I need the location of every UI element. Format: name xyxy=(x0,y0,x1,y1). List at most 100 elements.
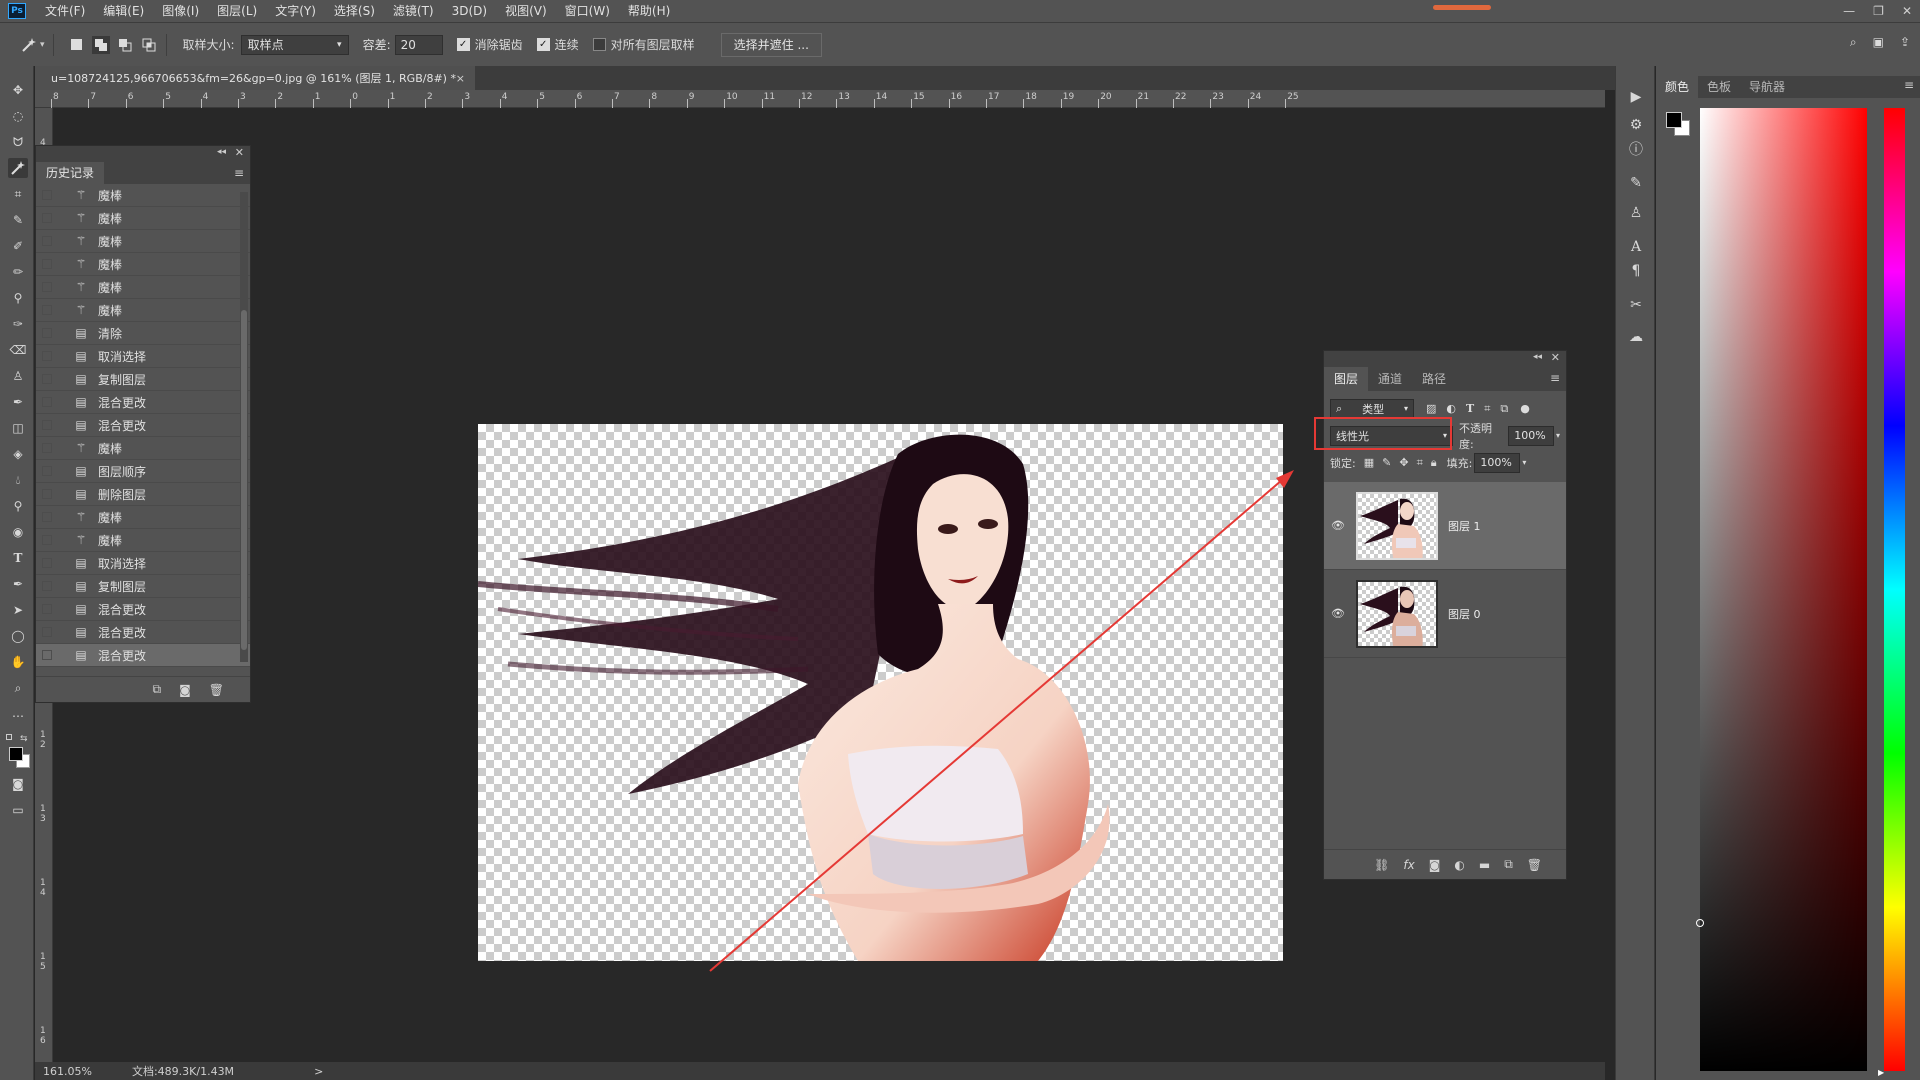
sponge-tool-icon[interactable]: ◉ xyxy=(8,522,28,542)
chevron-down-icon[interactable]: ▾ xyxy=(1522,458,1526,467)
lasso-tool-icon[interactable]: ᗢ xyxy=(8,132,28,152)
history-brush-source-toggle[interactable] xyxy=(42,282,52,292)
move-tool-icon[interactable]: ✥ xyxy=(8,80,28,100)
trash-icon[interactable]: 🗑︎ xyxy=(209,683,224,697)
fx-icon[interactable]: fx xyxy=(1403,858,1414,872)
lock-all-icon[interactable]: 🔒︎ xyxy=(1431,456,1437,470)
swap-colors-icon[interactable]: ⇆ xyxy=(20,734,28,744)
history-brush-source-toggle[interactable] xyxy=(42,374,52,384)
history-brush-source-toggle[interactable] xyxy=(42,397,52,407)
minimize-button[interactable]: — xyxy=(1843,4,1855,18)
play-icon[interactable]: ▶ xyxy=(1627,88,1645,106)
history-brush-source-toggle[interactable] xyxy=(42,420,52,430)
character-icon[interactable]: A xyxy=(1627,238,1645,256)
adjustment-icon[interactable]: ◐ xyxy=(1454,858,1464,872)
menu-file[interactable]: 文件(F) xyxy=(36,0,94,22)
share-icon[interactable]: ⇪ xyxy=(1900,35,1910,50)
eraser-alt-tool-icon[interactable]: ◫ xyxy=(8,418,28,438)
fill-input[interactable]: 100% xyxy=(1474,452,1521,473)
link-icon[interactable]: ⛓︎ xyxy=(1374,858,1389,872)
menu-select[interactable]: 选择(S) xyxy=(325,0,384,22)
smudge-tool-icon[interactable]: ✒ xyxy=(8,392,28,412)
subtract-selection-icon[interactable] xyxy=(116,36,134,54)
menu-help[interactable]: 帮助(H) xyxy=(619,0,679,22)
history-brush-source-toggle[interactable] xyxy=(42,558,52,568)
tab-navigator[interactable]: 导航器 xyxy=(1740,76,1794,98)
blur-tool-icon[interactable]: 💧︎ xyxy=(8,470,28,490)
eye-icon[interactable]: 👁︎ xyxy=(1324,519,1352,532)
history-item[interactable]: ▤ 取消选择 xyxy=(36,552,250,575)
menu-image[interactable]: 图像(I) xyxy=(153,0,208,22)
tab-history[interactable]: 历史记录 xyxy=(36,162,105,184)
history-brush-source-toggle[interactable] xyxy=(42,190,52,200)
default-colors-icon[interactable] xyxy=(6,734,12,740)
clone-source-icon[interactable]: ♙ xyxy=(1627,204,1645,222)
tab-color[interactable]: 颜色 xyxy=(1656,76,1699,98)
marquee-tool-icon[interactable]: ◌ xyxy=(8,106,28,126)
tab-paths[interactable]: 路径 xyxy=(1412,367,1456,391)
history-item[interactable]: ⚚ 魔棒 xyxy=(36,253,250,276)
saturation-value-picker[interactable] xyxy=(1700,108,1867,1071)
history-brush-source-toggle[interactable] xyxy=(42,489,52,499)
mask-icon[interactable]: ◙ xyxy=(1429,858,1441,872)
menu-window[interactable]: 窗口(W) xyxy=(556,0,619,22)
filter-toggle-icon[interactable]: ● xyxy=(1520,402,1530,415)
history-item[interactable]: ▤ 复制图层 xyxy=(36,575,250,598)
menu-type[interactable]: 文字(Y) xyxy=(266,0,325,22)
lock-transparent-icon[interactable]: ▦ xyxy=(1364,456,1374,469)
properties-icon[interactable]: ⚙ xyxy=(1627,116,1645,134)
menu-view[interactable]: 视图(V) xyxy=(496,0,556,22)
history-item[interactable]: ▤ 取消选择 xyxy=(36,345,250,368)
pen-tool-icon[interactable]: ✒ xyxy=(8,574,28,594)
dodge-tool-icon[interactable]: ⚲ xyxy=(8,496,28,516)
magic-wand-preset-icon[interactable] xyxy=(20,36,38,54)
collapse-panel-icon[interactable]: ◂◂ xyxy=(217,147,226,157)
close-panel-icon[interactable]: ✕ xyxy=(235,146,244,159)
menu-filter[interactable]: 滤镜(T) xyxy=(384,0,443,22)
close-panel-icon[interactable]: ✕ xyxy=(1551,351,1560,364)
paint-bucket-tool-icon[interactable]: ◈ xyxy=(8,444,28,464)
history-brush-source-toggle[interactable] xyxy=(42,650,52,660)
document-tab[interactable]: u=108724125,966706653&fm=26&gp=0.jpg @ 1… xyxy=(35,66,475,90)
tolerance-input[interactable]: 20 xyxy=(394,34,443,55)
history-item[interactable]: ▤ 删除图层 xyxy=(36,483,250,506)
workspace-icon[interactable]: ▣ xyxy=(1873,35,1884,50)
history-brush-source-toggle[interactable] xyxy=(42,604,52,614)
healing-brush-tool-icon[interactable]: ✐ xyxy=(8,236,28,256)
history-item[interactable]: ▤ 图层顺序 xyxy=(36,460,250,483)
brush-tool-icon[interactable]: ✏ xyxy=(8,262,28,282)
history-item[interactable]: ▤ 混合更改 xyxy=(36,391,250,414)
history-item[interactable]: ⚚ 魔棒 xyxy=(36,207,250,230)
layer-item[interactable]: 👁︎ 图层 0 xyxy=(1324,570,1566,658)
panel-menu-icon[interactable]: ≡ xyxy=(234,166,244,180)
eyedropper-tool-icon[interactable]: ✎ xyxy=(8,210,28,230)
history-brush-tool-icon[interactable]: ✑ xyxy=(8,314,28,334)
select-and-mask-button[interactable]: 选择并遮住 ... xyxy=(720,32,822,57)
status-expand-arrow[interactable]: > xyxy=(314,1065,323,1078)
tool-presets-icon[interactable]: ✂ xyxy=(1627,296,1645,314)
history-item[interactable]: ⚚ 魔棒 xyxy=(36,230,250,253)
image-filter-icon[interactable]: ▨ xyxy=(1426,402,1436,415)
magic-wand-tool-icon[interactable] xyxy=(8,158,28,178)
type-filter-icon[interactable]: T xyxy=(1466,402,1474,415)
sample-all-layers-checkbox[interactable] xyxy=(592,38,606,51)
path-selection-tool-icon[interactable]: ➤ xyxy=(8,600,28,620)
shape-filter-icon[interactable]: ⌗ xyxy=(1484,402,1490,416)
eraser-tool-icon[interactable]: ⌫ xyxy=(8,340,28,360)
history-brush-source-toggle[interactable] xyxy=(42,351,52,361)
layer-filter-select[interactable]: ⌕ 类型 ▾ xyxy=(1330,398,1414,419)
history-item[interactable]: ⚚ 魔棒 xyxy=(36,299,250,322)
tab-swatches[interactable]: 色板 xyxy=(1698,76,1740,98)
hue-slider-handle[interactable]: ▶ xyxy=(1878,1068,1884,1077)
crop-tool-icon[interactable]: ⌗ xyxy=(8,184,28,204)
history-brush-source-toggle[interactable] xyxy=(42,236,52,246)
type-tool-icon[interactable]: T xyxy=(8,548,28,568)
info-icon[interactable]: ⓘ xyxy=(1627,140,1645,158)
fg-bg-colors[interactable]: ⇆ xyxy=(6,734,32,768)
history-brush-source-toggle[interactable] xyxy=(42,466,52,476)
antialias-checkbox[interactable]: ✓ xyxy=(456,38,470,51)
clone-stamp-tool-icon[interactable]: ⚲ xyxy=(8,288,28,308)
zoom-tool-icon[interactable]: ⌕ xyxy=(8,678,28,698)
history-brush-source-toggle[interactable] xyxy=(42,627,52,637)
lock-position-icon[interactable]: ✥ xyxy=(1399,456,1408,469)
